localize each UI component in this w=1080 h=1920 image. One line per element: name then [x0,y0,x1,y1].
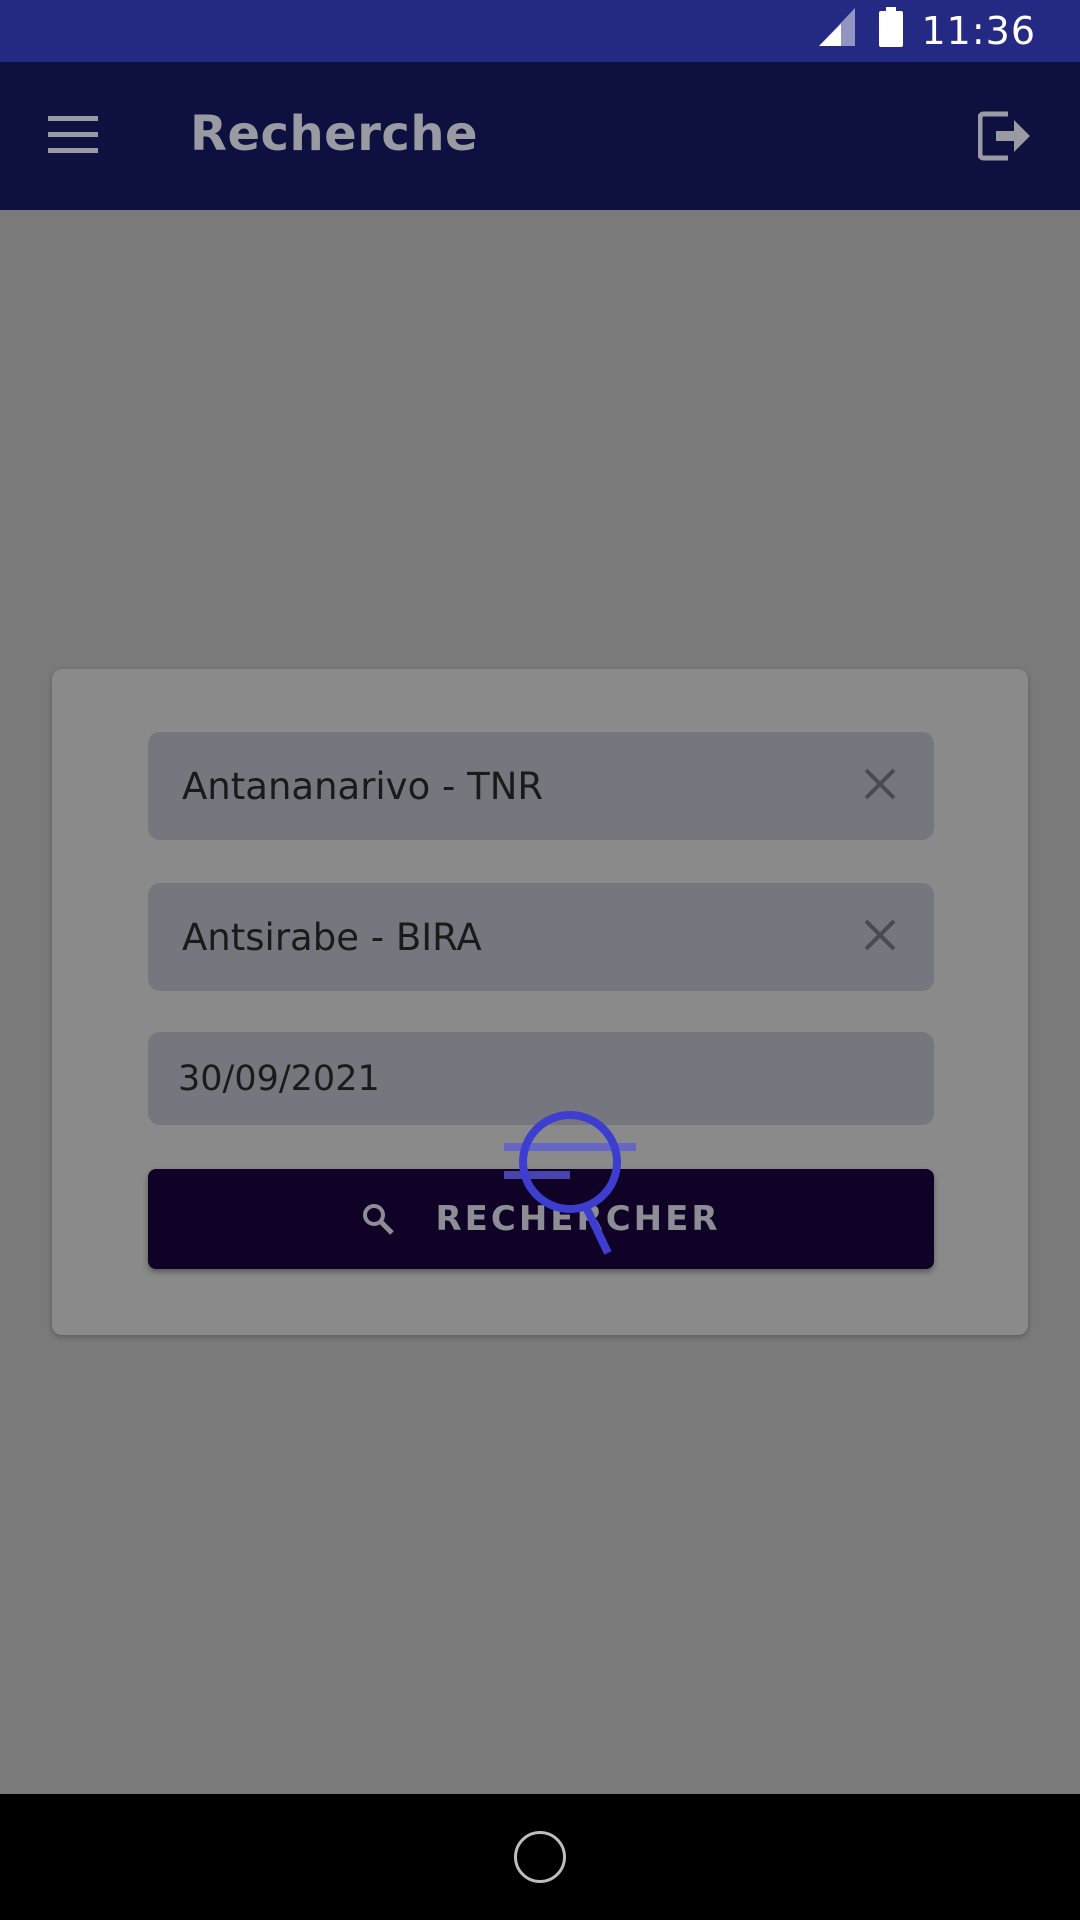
hamburger-menu-icon [48,115,98,159]
navigation-bar [0,1794,1080,1920]
destination-value: Antsirabe - BIRA [182,915,482,959]
searching-magnifier-icon [500,1105,650,1260]
close-icon [863,918,897,956]
battery-icon [879,6,904,56]
status-time: 11:36 [921,9,1036,53]
page-title: Recherche [190,106,479,162]
status-bar: 11:36 [0,0,1080,62]
clear-destination-button[interactable] [856,913,904,961]
search-icon [361,1202,395,1236]
content-area: Antananarivo - TNR Antsirabe - BIRA 30/0… [0,210,1080,1794]
date-value: 30/09/2021 [178,1058,380,1099]
home-circle-icon[interactable] [514,1831,566,1883]
signal-icon [819,7,856,55]
screen: 11:36 Recherche Antananarivo - TNR Antsi… [0,0,1080,1920]
close-icon [863,767,897,805]
destination-field[interactable]: Antsirabe - BIRA [148,883,934,991]
origin-field[interactable]: Antananarivo - TNR [148,732,934,840]
clear-origin-button[interactable] [856,762,904,810]
logout-button[interactable] [966,100,1042,176]
app-bar: Recherche [0,62,1080,210]
origin-value: Antananarivo - TNR [182,764,544,808]
menu-button[interactable] [38,102,108,172]
logout-icon [977,108,1030,169]
